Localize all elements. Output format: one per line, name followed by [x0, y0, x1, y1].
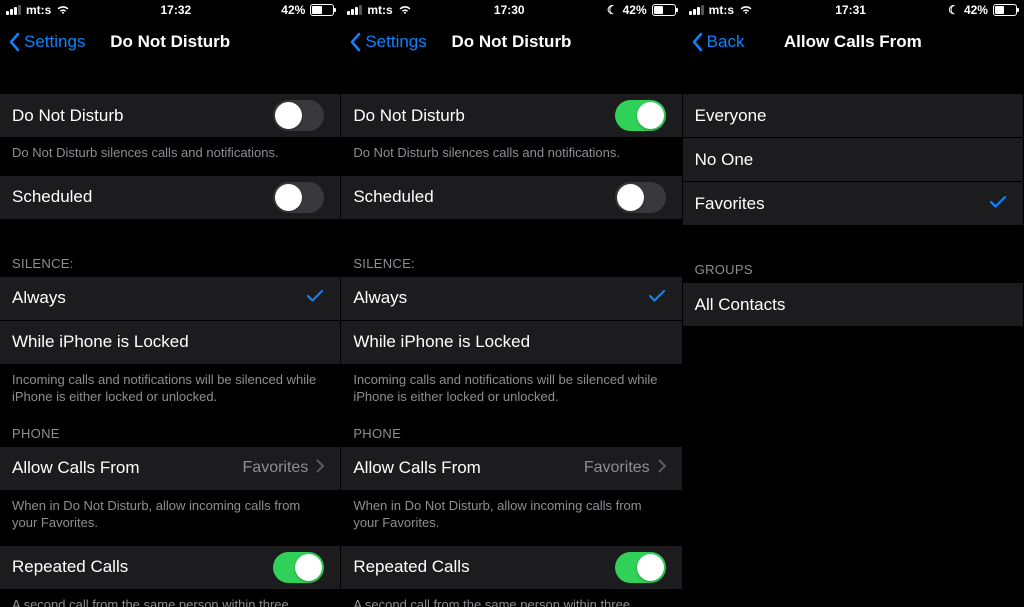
- repeated-calls-footer: A second call from the same person withi…: [0, 590, 340, 607]
- clock: 17:32: [160, 3, 191, 17]
- pane-dnd-on: mt:s 17:30 ☾ 42% Settings Do Not Disturb…: [341, 0, 682, 607]
- silence-always-label: Always: [12, 288, 306, 308]
- scheduled-label: Scheduled: [12, 187, 273, 207]
- wifi-icon: [56, 5, 70, 15]
- signal-icon: [347, 5, 362, 15]
- statusbar: mt:s 17:31 ☾ 42%: [683, 0, 1023, 20]
- navbar: Back Allow Calls From: [683, 20, 1023, 64]
- carrier: mt:s: [26, 3, 51, 17]
- moon-icon: ☾: [607, 3, 618, 17]
- clock: 17:31: [835, 3, 866, 17]
- repeated-calls-row[interactable]: Repeated Calls: [0, 546, 340, 590]
- navbar: Settings Do Not Disturb: [341, 20, 681, 64]
- scheduled-row[interactable]: Scheduled: [341, 176, 681, 220]
- repeated-calls-label: Repeated Calls: [12, 557, 273, 577]
- repeated-calls-toggle[interactable]: [273, 552, 324, 583]
- allow-favorites-row[interactable]: Favorites: [683, 182, 1023, 226]
- battery-icon: [652, 4, 676, 16]
- allow-calls-footer: When in Do Not Disturb, allow incoming c…: [0, 491, 340, 546]
- back-button[interactable]: Settings: [8, 32, 85, 52]
- chevron-right-icon: [316, 458, 324, 478]
- silence-locked-label: While iPhone is Locked: [12, 332, 324, 352]
- dnd-toggle-row[interactable]: Do Not Disturb: [341, 94, 681, 138]
- battery-icon: [310, 4, 334, 16]
- dnd-footer: Do Not Disturb silences calls and notifi…: [341, 138, 681, 176]
- signal-icon: [689, 5, 704, 15]
- allow-favorites-label: Favorites: [695, 194, 989, 214]
- scheduled-row[interactable]: Scheduled: [0, 176, 340, 220]
- allow-calls-value: Favorites: [584, 459, 650, 477]
- silence-footer: Incoming calls and notifications will be…: [0, 365, 340, 420]
- dnd-footer: Do Not Disturb silences calls and notifi…: [0, 138, 340, 176]
- chevron-left-icon: [349, 32, 361, 52]
- silence-locked-row[interactable]: While iPhone is Locked: [0, 321, 340, 365]
- phone-header: PHONE: [0, 420, 340, 447]
- check-icon: [989, 194, 1007, 214]
- allow-calls-row[interactable]: Allow Calls From Favorites: [341, 447, 681, 491]
- chevron-left-icon: [691, 32, 703, 52]
- silence-always-row[interactable]: Always: [341, 277, 681, 321]
- allow-all-contacts-label: All Contacts: [695, 295, 1007, 315]
- silence-header: SILENCE:: [341, 250, 681, 277]
- scheduled-toggle[interactable]: [273, 182, 324, 213]
- repeated-calls-footer: A second call from the same person withi…: [341, 590, 681, 607]
- dnd-toggle[interactable]: [615, 100, 666, 131]
- silence-header: SILENCE:: [0, 250, 340, 277]
- back-button[interactable]: Back: [691, 32, 745, 52]
- back-button[interactable]: Settings: [349, 32, 426, 52]
- statusbar: mt:s 17:32 42%: [0, 0, 340, 20]
- allow-calls-label: Allow Calls From: [353, 458, 584, 478]
- allow-calls-value: Favorites: [243, 459, 309, 477]
- check-icon: [648, 288, 666, 308]
- navbar: Settings Do Not Disturb: [0, 20, 340, 64]
- allow-noone-label: No One: [695, 150, 1007, 170]
- chevron-right-icon: [658, 458, 666, 478]
- dnd-label: Do Not Disturb: [353, 106, 614, 126]
- repeated-calls-label: Repeated Calls: [353, 557, 614, 577]
- battery-icon: [993, 4, 1017, 16]
- battery-percent: 42%: [281, 3, 305, 17]
- allow-all-contacts-row[interactable]: All Contacts: [683, 283, 1023, 327]
- check-icon: [306, 288, 324, 308]
- silence-always-row[interactable]: Always: [0, 277, 340, 321]
- battery-percent: 42%: [623, 3, 647, 17]
- dnd-toggle[interactable]: [273, 100, 324, 131]
- back-label: Back: [707, 32, 745, 52]
- allow-calls-label: Allow Calls From: [12, 458, 243, 478]
- scheduled-toggle[interactable]: [615, 182, 666, 213]
- groups-header: GROUPS: [683, 256, 1023, 283]
- silence-footer: Incoming calls and notifications will be…: [341, 365, 681, 420]
- phone-header: PHONE: [341, 420, 681, 447]
- dnd-toggle-row[interactable]: Do Not Disturb: [0, 94, 340, 138]
- moon-icon: ☾: [948, 3, 959, 17]
- silence-locked-row[interactable]: While iPhone is Locked: [341, 321, 681, 365]
- repeated-calls-row[interactable]: Repeated Calls: [341, 546, 681, 590]
- dnd-label: Do Not Disturb: [12, 106, 273, 126]
- battery-percent: 42%: [964, 3, 988, 17]
- pane-allow-calls: mt:s 17:31 ☾ 42% Back Allow Calls From E…: [683, 0, 1024, 607]
- back-label: Settings: [24, 32, 85, 52]
- allow-calls-footer: When in Do Not Disturb, allow incoming c…: [341, 491, 681, 546]
- allow-everyone-label: Everyone: [695, 106, 1007, 126]
- signal-icon: [6, 5, 21, 15]
- pane-dnd-off: mt:s 17:32 42% Settings Do Not Disturb D…: [0, 0, 341, 607]
- carrier: mt:s: [367, 3, 392, 17]
- silence-locked-label: While iPhone is Locked: [353, 332, 665, 352]
- scheduled-label: Scheduled: [353, 187, 614, 207]
- repeated-calls-toggle[interactable]: [615, 552, 666, 583]
- carrier: mt:s: [709, 3, 734, 17]
- wifi-icon: [739, 5, 753, 15]
- allow-calls-row[interactable]: Allow Calls From Favorites: [0, 447, 340, 491]
- clock: 17:30: [494, 3, 525, 17]
- silence-always-label: Always: [353, 288, 647, 308]
- allow-everyone-row[interactable]: Everyone: [683, 94, 1023, 138]
- chevron-left-icon: [8, 32, 20, 52]
- back-label: Settings: [365, 32, 426, 52]
- wifi-icon: [398, 5, 412, 15]
- allow-noone-row[interactable]: No One: [683, 138, 1023, 182]
- statusbar: mt:s 17:30 ☾ 42%: [341, 0, 681, 20]
